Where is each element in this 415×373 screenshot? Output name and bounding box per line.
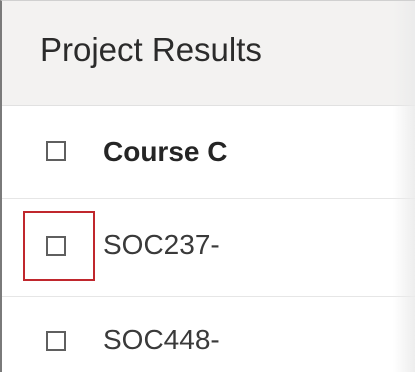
project-results-panel: Project Results Course C SOC237- SOC448- <box>0 0 415 372</box>
row-checkbox[interactable] <box>46 236 66 256</box>
course-code-cell: SOC448- <box>103 324 220 355</box>
panel-header: Project Results <box>2 1 415 106</box>
course-code-cell: SOC237- <box>103 229 220 260</box>
table-row[interactable]: SOC237- <box>2 199 415 297</box>
table-header-row: Course C <box>2 106 415 199</box>
select-all-checkbox[interactable] <box>46 141 66 161</box>
column-header-course-code[interactable]: Course C <box>103 136 227 168</box>
row-checkbox[interactable] <box>46 331 66 351</box>
table-row[interactable]: SOC448- <box>2 297 415 372</box>
panel-title: Project Results <box>40 31 262 68</box>
